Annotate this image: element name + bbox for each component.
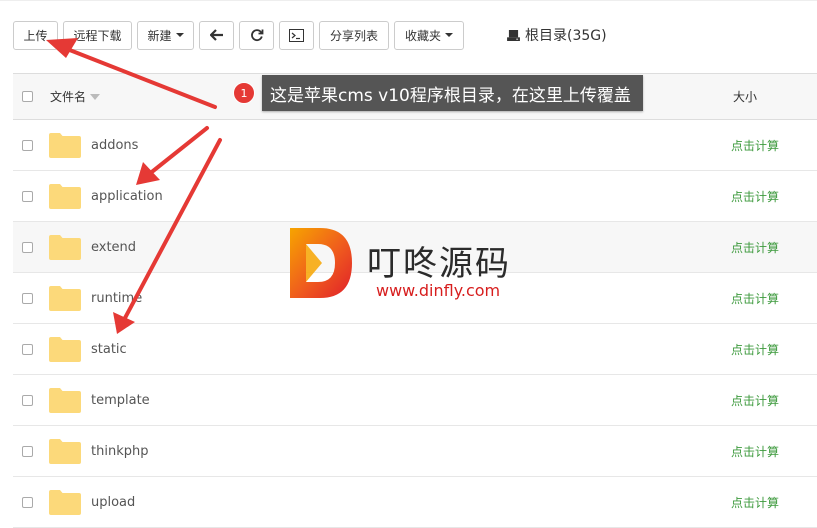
- root-directory-label: 根目录(35G): [525, 28, 607, 44]
- calculate-size-link[interactable]: 点击计算: [731, 239, 779, 256]
- share-list-button[interactable]: 分享列表: [319, 20, 389, 50]
- favorites-label: 收藏夹: [404, 28, 441, 43]
- table-row[interactable]: application 点击计算: [13, 171, 817, 222]
- column-header-name-label: 文件名: [50, 90, 87, 104]
- row-checkbox[interactable]: [22, 139, 33, 151]
- calculate-size-link[interactable]: 点击计算: [731, 494, 779, 511]
- calculate-size-link[interactable]: 点击计算: [731, 137, 779, 154]
- drive-icon: [507, 29, 520, 41]
- refresh-button[interactable]: [239, 20, 274, 50]
- row-checkbox[interactable]: [22, 394, 33, 406]
- share-list-label: 分享列表: [329, 28, 378, 43]
- table-row[interactable]: template 点击计算: [13, 375, 817, 426]
- folder-icon: [49, 286, 81, 311]
- favorites-dropdown-button[interactable]: 收藏夹: [394, 20, 464, 50]
- sort-down-icon: [90, 93, 101, 100]
- arrow-left-icon: [209, 29, 223, 41]
- file-name[interactable]: thinkphp: [91, 444, 148, 459]
- watermark-title: 叮咚源码: [367, 244, 511, 284]
- chevron-down-icon: [175, 33, 184, 37]
- table-row[interactable]: thinkphp 点击计算: [13, 426, 817, 477]
- terminal-icon: [289, 28, 304, 42]
- root-directory-path[interactable]: 根目录(35G): [507, 25, 607, 45]
- refresh-icon: [250, 29, 263, 41]
- column-header-name[interactable]: 文件名: [50, 88, 101, 105]
- watermark-logo-icon: [290, 228, 352, 298]
- table-row[interactable]: upload 点击计算: [13, 477, 817, 528]
- file-name[interactable]: static: [91, 342, 127, 357]
- new-label: 新建: [147, 28, 172, 43]
- remote-download-label: 远程下载: [73, 28, 122, 43]
- file-name[interactable]: template: [91, 393, 150, 408]
- table-row[interactable]: addons 点击计算: [13, 120, 817, 171]
- file-name[interactable]: upload: [91, 495, 135, 510]
- folder-icon: [49, 235, 81, 260]
- terminal-button[interactable]: [279, 20, 314, 50]
- column-header-size[interactable]: 大小: [733, 88, 757, 105]
- file-name[interactable]: runtime: [91, 291, 142, 306]
- upload-button-label: 上传: [23, 28, 48, 43]
- annotation-text: 这是苹果cms v10程序根目录，在这里上传覆盖: [270, 85, 631, 106]
- annotation-badge: 1: [233, 82, 255, 104]
- row-checkbox[interactable]: [22, 241, 33, 253]
- folder-icon: [49, 490, 81, 515]
- row-checkbox[interactable]: [22, 292, 33, 304]
- folder-icon: [49, 133, 81, 158]
- calculate-size-link[interactable]: 点击计算: [731, 188, 779, 205]
- remote-download-button[interactable]: 远程下载: [63, 20, 132, 50]
- calculate-size-link[interactable]: 点击计算: [731, 290, 779, 307]
- watermark-url: www.dinfly.com: [376, 281, 501, 300]
- folder-icon: [49, 184, 81, 209]
- annotation-callout: 这是苹果cms v10程序根目录，在这里上传覆盖: [262, 75, 643, 111]
- row-checkbox[interactable]: [22, 190, 33, 202]
- file-name[interactable]: extend: [91, 240, 136, 255]
- back-button[interactable]: [199, 20, 234, 50]
- file-name[interactable]: addons: [91, 138, 138, 153]
- watermark: 叮咚源码 www.dinfly.com: [290, 228, 530, 308]
- select-all-checkbox[interactable]: [22, 91, 33, 102]
- upload-button[interactable]: 上传: [13, 20, 58, 50]
- calculate-size-link[interactable]: 点击计算: [731, 392, 779, 409]
- folder-icon: [49, 337, 81, 362]
- folder-icon: [49, 388, 81, 413]
- chevron-down-icon: [445, 33, 453, 37]
- table-row[interactable]: static 点击计算: [13, 324, 817, 375]
- row-checkbox[interactable]: [22, 343, 33, 355]
- folder-icon: [49, 439, 81, 464]
- new-dropdown-button[interactable]: 新建: [137, 20, 194, 50]
- row-checkbox[interactable]: [22, 445, 33, 457]
- calculate-size-link[interactable]: 点击计算: [731, 443, 779, 460]
- calculate-size-link[interactable]: 点击计算: [731, 341, 779, 358]
- toolbar: 上传 远程下载 新建 分享列表 收藏夹 根目录(35G): [13, 20, 607, 50]
- file-name[interactable]: application: [91, 189, 163, 204]
- row-checkbox[interactable]: [22, 496, 33, 508]
- top-divider: [0, 0, 817, 1]
